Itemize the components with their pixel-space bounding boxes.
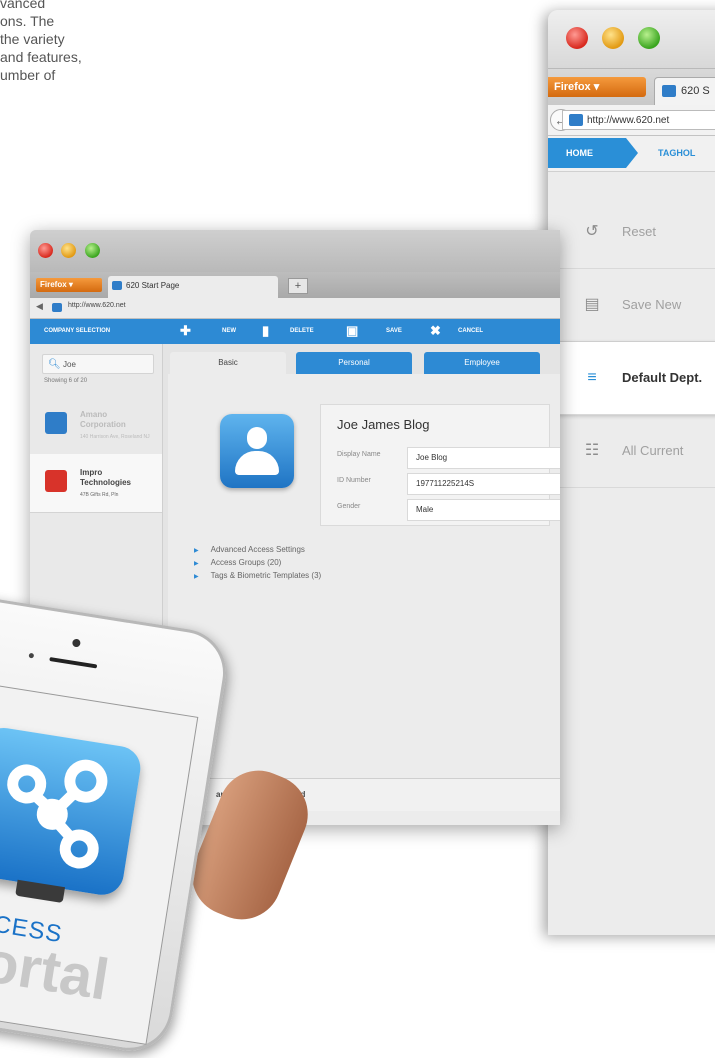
company-name: Amano Corporation <box>80 410 126 429</box>
result-count: Showing 6 of 20 <box>44 378 88 384</box>
new-tab-button[interactable]: + <box>288 278 308 294</box>
menu-item-label: Save New <box>622 297 682 312</box>
menu-item-all-current[interactable]: ☷ All Current <box>548 415 715 488</box>
menu-item-default-dept[interactable]: ≡ Default Dept. <box>554 342 715 415</box>
sensor-dot <box>28 652 35 659</box>
access-portal-app-icon[interactable] <box>0 724 144 898</box>
browser-tab[interactable]: 620 Start Page <box>108 276 278 298</box>
url-text: http://www.620.net <box>587 115 670 126</box>
search-icon: 🔍︎ <box>48 359 61 370</box>
list-item[interactable]: Impro Technologies 47B Gifts Rd, Pln <box>30 454 162 513</box>
tab-title: 620 Start Page <box>126 281 180 290</box>
search-value: Joe <box>63 360 76 369</box>
list-item[interactable]: Amano Corporation 140 Harrison Ave, Rose… <box>30 396 162 455</box>
person-panel: Joe James Blog Display Name Joe Blog ID … <box>168 374 560 825</box>
layers-icon: ≡ <box>587 369 597 386</box>
speaker-grille <box>49 657 98 669</box>
firefox-menu-button[interactable]: Firefox ▾ <box>548 77 646 97</box>
title-bar <box>548 10 715 69</box>
zoom-window-button[interactable] <box>638 27 660 49</box>
access-groups-link[interactable]: Access Groups (20) <box>194 557 321 570</box>
company-name: Impro Technologies <box>80 468 131 487</box>
floppy-icon: ▣ <box>346 323 359 338</box>
company-selection-button[interactable]: COMPANY SELECTION <box>44 328 110 334</box>
intro-text: vanced ons. The the variety and features… <box>0 0 82 83</box>
action-toolbar: COMPANY SELECTION ✚ NEW ▮ DELETE ▣ SAVE … <box>30 319 560 345</box>
firefox-menu-button[interactable]: Firefox ▾ <box>36 278 102 292</box>
breadcrumb-home[interactable]: HOME <box>548 138 638 168</box>
url-bar: ◀ http://www.620.net <box>30 298 560 319</box>
search-input[interactable]: 🔍︎ Joe <box>42 354 154 374</box>
cancel-button[interactable]: CANCEL <box>458 328 483 334</box>
trash-icon: ▮ <box>262 323 270 338</box>
field-label: Display Name <box>337 451 381 458</box>
floppy-icon: ▤ <box>584 296 600 313</box>
person-details-card: Joe James Blog Display Name Joe Blog ID … <box>320 404 560 526</box>
site-favicon-icon <box>52 303 62 312</box>
tab-employee[interactable]: Employee <box>424 352 540 374</box>
minimize-window-button[interactable] <box>61 243 76 258</box>
camera-icon <box>71 638 81 648</box>
menu-item-reset[interactable]: ↺ Reset <box>548 196 715 269</box>
plus-icon: ✚ <box>180 323 191 338</box>
site-favicon-icon <box>662 85 676 97</box>
phone-body: ACCESS portal <box>0 590 233 1058</box>
gender-field[interactable]: Male <box>407 499 560 521</box>
browser-tab[interactable]: 620 S <box>654 77 715 105</box>
menu-item-label: All Current <box>622 443 684 458</box>
phone-device: ACCESS portal <box>0 590 236 1058</box>
browser-window-right: Firefox ▾ 620 S ← http://www.620.net HOM… <box>548 10 715 935</box>
save-button[interactable]: SAVE <box>386 328 402 334</box>
person-icon-body <box>235 451 279 475</box>
breadcrumb-tag-holders[interactable]: TAGHOL <box>658 138 695 168</box>
site-favicon-icon <box>569 114 583 126</box>
url-bar: ← http://www.620.net <box>548 105 715 136</box>
phone-screen: ACCESS portal <box>0 677 199 1045</box>
avatar <box>220 414 294 488</box>
network-nodes-icon <box>7 759 108 869</box>
amano-logo-icon <box>45 412 67 434</box>
delete-button[interactable]: DELETE <box>290 328 314 334</box>
firefox-menu-label: Firefox <box>40 280 67 289</box>
tab-bar: Firefox ▾ 620 Start Page + <box>30 272 560 298</box>
company-address: 47B Gifts Rd, Pln <box>80 492 119 498</box>
person-icon <box>247 427 267 449</box>
section-links: Advanced Access Settings Access Groups (… <box>194 544 322 583</box>
company-address: 140 Harrison Ave, Roseland NJ <box>80 434 150 440</box>
menu-item-label: Reset <box>622 224 656 239</box>
person-name: Joe James Blog <box>337 417 430 432</box>
close-window-button[interactable] <box>566 27 588 49</box>
url-input[interactable]: http://www.620.net <box>68 302 126 309</box>
zoom-window-button[interactable] <box>85 243 100 258</box>
firefox-menu-label: Firefox <box>554 81 591 93</box>
undo-icon: ↺ <box>585 223 599 240</box>
minimize-window-button[interactable] <box>602 27 624 49</box>
url-input[interactable]: http://www.620.net <box>562 110 715 130</box>
field-display-name: Display Name Joe Blog <box>337 447 560 473</box>
field-id-number: ID Number 197711225214S <box>337 473 560 499</box>
field-label: Gender <box>337 503 361 510</box>
field-gender: Gender Male <box>337 499 560 525</box>
tab-personal[interactable]: Personal <box>296 352 412 374</box>
impro-logo-icon <box>45 470 67 492</box>
breadcrumb: HOME TAGHOL <box>548 136 715 172</box>
menu-item-label: Default Dept. <box>622 370 703 385</box>
menu-item-save-new[interactable]: ▤ Save New <box>548 269 715 342</box>
id-number-field[interactable]: 197711225214S <box>407 473 560 495</box>
tab-title: 620 S <box>681 85 710 97</box>
tab-basic[interactable]: Basic <box>170 352 286 374</box>
new-button[interactable]: NEW <box>222 328 236 334</box>
close-window-button[interactable] <box>38 243 53 258</box>
grid-icon: ☷ <box>584 442 600 459</box>
back-arrow-icon[interactable]: ◀ <box>36 301 43 312</box>
advanced-access-link[interactable]: Advanced Access Settings <box>194 544 321 557</box>
field-label: ID Number <box>337 477 371 484</box>
site-favicon-icon <box>112 281 122 290</box>
close-icon: ✖ <box>430 323 441 338</box>
tags-biometric-link[interactable]: Tags & Biometric Templates (3) <box>194 570 322 583</box>
display-name-field[interactable]: Joe Blog <box>407 447 560 469</box>
tab-bar: Firefox ▾ 620 S <box>548 69 715 105</box>
title-bar <box>30 230 560 272</box>
